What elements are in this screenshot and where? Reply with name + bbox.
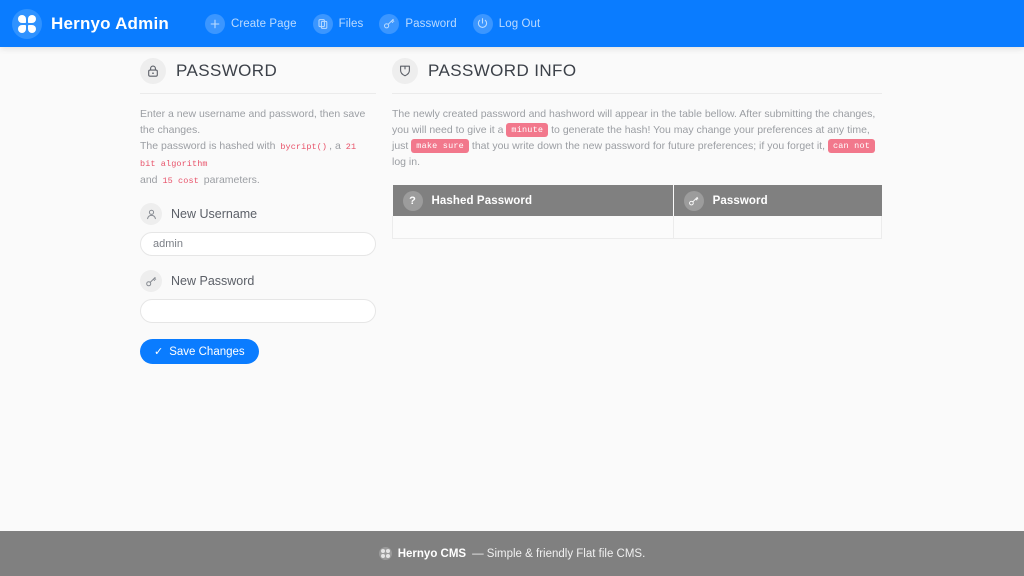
footer-tagline: — Simple & friendly Flat file CMS. (472, 548, 645, 560)
password-table-head: ? Hashed Password (393, 185, 882, 216)
plus-icon (205, 14, 225, 34)
password-panel: PASSWORD Enter a new username and passwo… (140, 58, 376, 364)
user-icon (140, 203, 162, 225)
new-password-input[interactable] (140, 299, 376, 323)
password-info-description: The newly created password and hashword … (392, 106, 882, 170)
column-label-password: Password (713, 195, 768, 207)
key-icon (379, 14, 399, 34)
nav-item-log-out[interactable]: Log Out (473, 14, 541, 34)
four-dots-logo-icon (379, 547, 392, 560)
new-username-label-row: New Username (140, 203, 376, 225)
password-info-header: PASSWORD INFO (392, 58, 882, 94)
four-dots-logo-icon (12, 9, 42, 39)
new-password-label: New Password (171, 274, 254, 288)
badge-make-sure: make sure (411, 139, 469, 153)
question-mark-icon: ? (403, 191, 423, 211)
password-info-panel: PASSWORD INFO The newly created password… (392, 58, 882, 239)
badge-minute: minute (506, 123, 548, 137)
password-panel-description: Enter a new username and password, then … (140, 106, 376, 189)
footer: Hernyo CMS — Simple & friendly Flat file… (0, 531, 1024, 576)
code-bycrypt: bycript() (278, 142, 329, 152)
top-navbar: Hernyo Admin Create Page Files (0, 0, 1024, 47)
nav-label-files: Files (339, 18, 364, 30)
power-icon (473, 14, 493, 34)
app-window: Hernyo Admin Create Page Files (0, 0, 1024, 576)
brand[interactable]: Hernyo Admin (12, 9, 169, 39)
check-icon: ✓ (154, 345, 163, 358)
code-cost: 15 cost (160, 176, 200, 186)
files-copy-icon (313, 14, 333, 34)
desc-line-2a: The password is hashed with (140, 140, 275, 152)
key-icon (684, 191, 704, 211)
password-info-title: PASSWORD INFO (428, 61, 576, 81)
password-panel-header: PASSWORD (140, 58, 376, 94)
nav-item-password[interactable]: Password (379, 14, 456, 34)
cell-password (673, 216, 881, 239)
nav-label-password: Password (405, 18, 456, 30)
page-title: PASSWORD (176, 61, 277, 81)
save-changes-label: Save Changes (169, 346, 244, 358)
new-password-label-row: New Password (140, 270, 376, 292)
password-table-body (393, 216, 882, 239)
column-label-hashed-password: Hashed Password (432, 195, 533, 207)
main-content: PASSWORD Enter a new username and passwo… (0, 47, 1024, 531)
column-header-password[interactable]: Password (673, 185, 881, 216)
desc-line-2b: , a (329, 140, 341, 152)
info-seg-3: that you write down the new password for… (472, 140, 825, 152)
lock-icon (140, 58, 166, 84)
shield-icon (392, 58, 418, 84)
nav-links: Create Page Files Pass (205, 14, 540, 34)
nav-label-log-out: Log Out (499, 18, 541, 30)
desc-line-1: Enter a new username and password, then … (140, 108, 365, 136)
password-form: New Username New Password ✓ Save Cha (140, 203, 376, 364)
cell-hashed-password (393, 216, 674, 239)
info-seg-4: log in. (392, 156, 420, 168)
desc-line-3b: parameters. (204, 174, 260, 186)
nav-label-create-page: Create Page (231, 18, 297, 30)
desc-line-3a: and (140, 174, 158, 186)
brand-title: Hernyo Admin (51, 14, 169, 34)
new-username-label: New Username (171, 207, 257, 221)
table-row (393, 216, 882, 239)
save-changes-button[interactable]: ✓ Save Changes (140, 339, 259, 364)
new-username-input[interactable] (140, 232, 376, 256)
badge-can-not: can not (828, 139, 875, 153)
password-table: ? Hashed Password (392, 185, 882, 239)
footer-brand: Hernyo CMS (398, 548, 466, 560)
table-header-row: ? Hashed Password (393, 185, 882, 216)
column-header-hashed-password[interactable]: ? Hashed Password (393, 185, 674, 216)
key-icon (140, 270, 162, 292)
nav-item-files[interactable]: Files (313, 14, 364, 34)
nav-item-create-page[interactable]: Create Page (205, 14, 297, 34)
